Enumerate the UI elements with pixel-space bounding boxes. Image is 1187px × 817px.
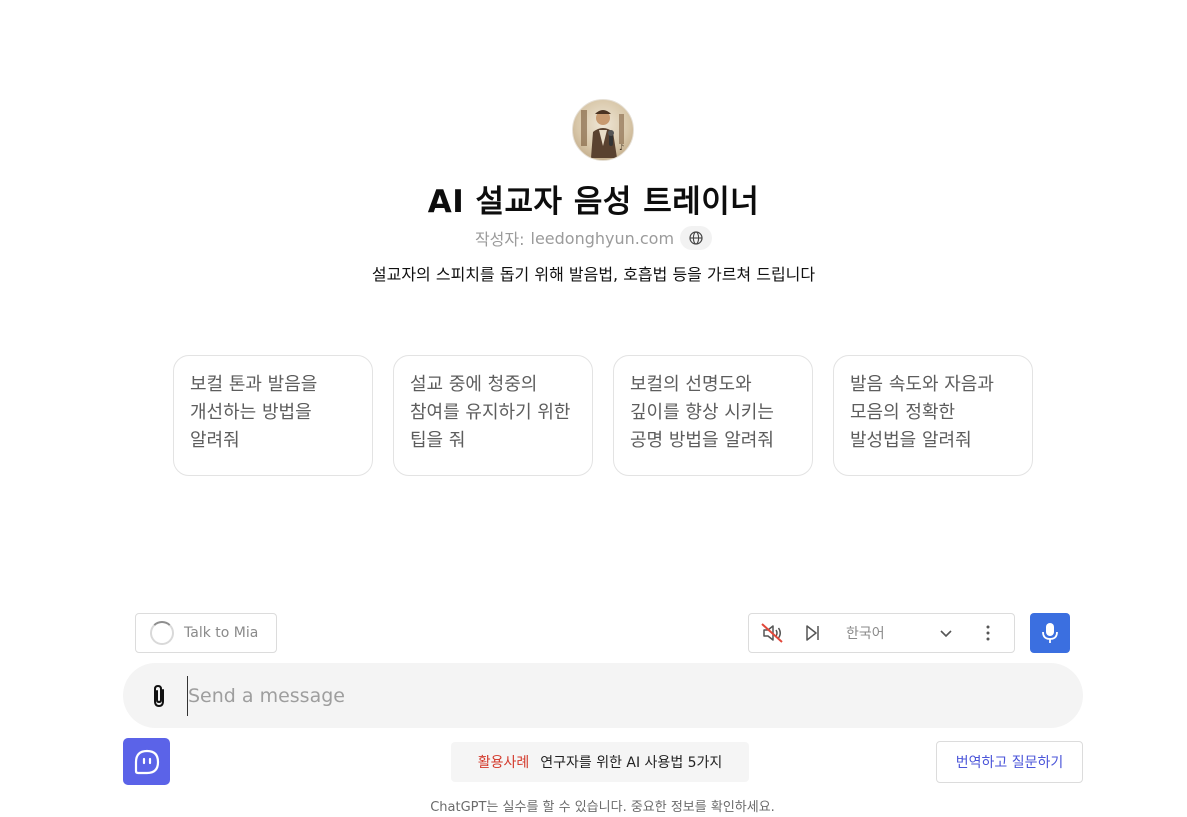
translate-and-ask-button[interactable]: 번역하고 질문하기 (936, 741, 1083, 783)
gpt-avatar: ♪ (572, 99, 634, 161)
starter-card[interactable]: 발음 속도와 자음과 모음의 정확한 발성법을 알려줘 (833, 355, 1033, 476)
website-chip[interactable] (680, 226, 713, 250)
gpt-avatar-illustration: ♪ (581, 110, 624, 158)
starter-card[interactable]: 보컬 톤과 발음을 개선하는 방법을 알려줘 (173, 355, 373, 476)
author-prefix: 작성자: (474, 230, 525, 249)
loading-spinner-icon (150, 621, 174, 645)
promo-text: 연구자를 위한 AI 사용법 5가지 (540, 755, 723, 771)
chevron-down-icon[interactable] (932, 619, 960, 647)
svg-text:♪: ♪ (619, 143, 624, 152)
chat-bot-icon (134, 749, 159, 774)
language-select[interactable]: 한국어 (846, 623, 928, 643)
promo-banner[interactable]: 활용사례 연구자를 위한 AI 사용법 5가지 (451, 742, 749, 782)
message-input[interactable] (187, 675, 1083, 716)
attach-button[interactable] (145, 682, 173, 710)
talk-to-mia-button[interactable]: Talk to Mia (135, 613, 277, 653)
mute-speaker-icon[interactable] (758, 619, 786, 647)
gpt-byline: 작성자: leedonghyun.com (0, 226, 1187, 250)
voice-toolbar: 한국어 (748, 613, 1015, 653)
gpt-description: 설교자의 스피치를 돕기 위해 발음법, 호흡법 등을 가르쳐 드립니다 (371, 265, 816, 284)
play-next-icon[interactable] (798, 619, 826, 647)
promo-tag: 활용사례 (477, 755, 530, 771)
more-options-icon[interactable] (974, 619, 1002, 647)
microphone-button[interactable] (1030, 613, 1070, 653)
starter-card[interactable]: 보컬의 선명도와 깊이를 향상 시키는 공명 방법을 알려줘 (613, 355, 813, 476)
author-link[interactable]: leedonghyun.com (531, 229, 675, 248)
disclaimer: ChatGPT는 실수를 할 수 있습니다. 중요한 정보를 확인하세요. (430, 800, 775, 815)
microphone-icon (1042, 623, 1058, 643)
assistant-bot-button[interactable] (123, 738, 170, 785)
message-composer (123, 663, 1083, 728)
globe-icon (689, 231, 703, 245)
conversation-starters: 보컬 톤과 발음을 개선하는 방법을 알려줘 설교 중에 청중의 참여를 유지하… (173, 355, 1033, 476)
talk-label: Talk to Mia (184, 625, 259, 641)
gpt-title: AI 설교자 음성 트레이너 (427, 184, 760, 220)
paperclip-icon (154, 684, 164, 707)
starter-card[interactable]: 설교 중에 청중의 참여를 유지하기 위한 팁을 줘 (393, 355, 593, 476)
